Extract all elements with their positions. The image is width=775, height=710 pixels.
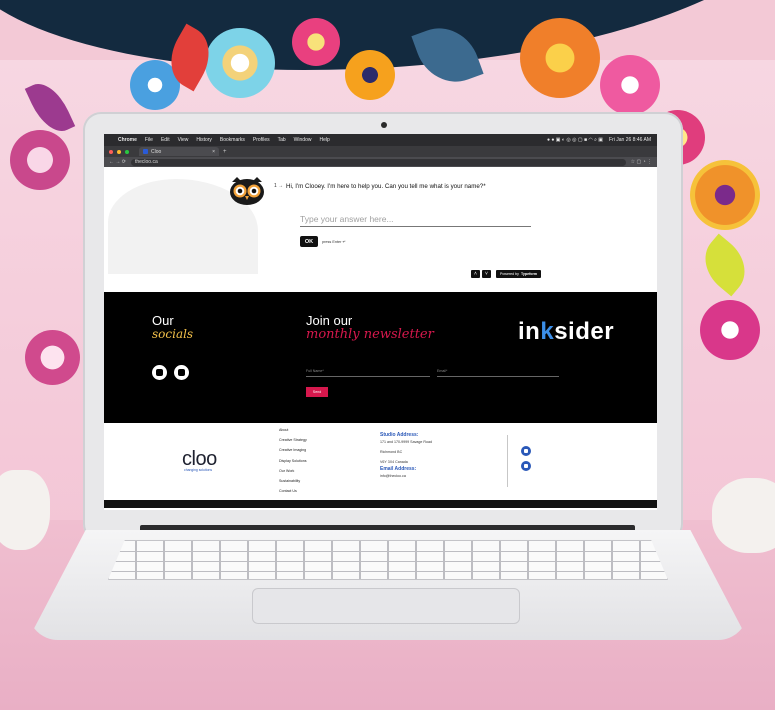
- newsletter-section: Our socials Join our monthly newsletter …: [104, 292, 657, 423]
- footer-link-our-work[interactable]: Our Work: [279, 469, 307, 479]
- flower-decoration: [292, 18, 340, 66]
- flower-decoration: [345, 50, 395, 100]
- inksider-logo[interactable]: inksider: [518, 318, 614, 346]
- social-buttons: [152, 365, 189, 380]
- status-area: ● ● ▣ ◐ ◎ ◎ ▢ ■ ◠ ⌕ ▣ Fri Jan 26 8:46 AM: [547, 137, 651, 143]
- footer-social-icons: [521, 446, 531, 471]
- linkedin-icon[interactable]: [521, 461, 531, 471]
- new-tab-button[interactable]: +: [223, 149, 227, 155]
- menu-item[interactable]: Profiles: [253, 137, 270, 143]
- footer-bottom-strip: [104, 500, 657, 508]
- typeform-embed: 1 → Hi, I'm Clooey. I'm here to help you…: [104, 167, 657, 292]
- menu-item[interactable]: History: [196, 137, 212, 143]
- footer-link-display-solutions[interactable]: Display Solutions: [279, 459, 307, 469]
- footer-link-sustainability[interactable]: Sustainability: [279, 479, 307, 489]
- instagram-icon[interactable]: [152, 365, 167, 380]
- brand-part-in: in: [518, 318, 541, 345]
- toolbar-icons[interactable]: ☆ ▢ ◔ ⋮: [631, 159, 652, 165]
- ok-button[interactable]: OK: [300, 236, 318, 247]
- footer-nav: About Creative Strategy Creative Imaging…: [279, 428, 307, 499]
- status-icons[interactable]: ● ● ▣ ◐ ◎ ◎ ▢ ■ ◠ ⌕ ▣: [547, 137, 603, 143]
- browser-tab[interactable]: Cloo ×: [139, 147, 219, 156]
- menu-item[interactable]: Edit: [161, 137, 170, 143]
- webcam: [381, 122, 387, 128]
- vase-left: [0, 470, 50, 550]
- newsletter-heading: Join our monthly newsletter: [306, 314, 434, 341]
- menu-item[interactable]: Tab: [278, 137, 286, 143]
- send-button[interactable]: Send: [306, 387, 328, 397]
- flower-decoration: [700, 300, 760, 360]
- newsletter-heading-accent: monthly newsletter: [306, 326, 434, 342]
- question-number: 1 →: [274, 183, 284, 189]
- flower-decoration: [520, 18, 600, 98]
- powered-brand: Typeform: [520, 272, 538, 276]
- menu-item[interactable]: Window: [294, 137, 312, 143]
- menu-item[interactable]: View: [178, 137, 189, 143]
- name-answer-input[interactable]: [300, 212, 531, 227]
- menu-item[interactable]: File: [145, 137, 153, 143]
- footer-divider: [507, 435, 508, 487]
- favicon-icon: [143, 149, 148, 154]
- brand-part-sider: sider: [554, 318, 615, 345]
- socials-heading: Our socials: [152, 314, 193, 340]
- flower-decoration: [25, 330, 80, 385]
- powered-prefix: Powered by: [500, 272, 519, 276]
- site-footer: cloo changing solutions About Creative S…: [104, 423, 657, 500]
- newsletter-heading-plain: Join our: [306, 313, 353, 328]
- keyboard: [108, 540, 668, 580]
- tab-title: Cloo: [151, 148, 162, 155]
- email-link[interactable]: info@thecloo.ca: [380, 474, 500, 478]
- flower-decoration: [600, 55, 660, 115]
- enter-hint: press Enter ↵: [322, 240, 346, 244]
- contact-block: Studio Address: 171 and 170-9999 Savage …: [380, 432, 500, 484]
- menu-clock[interactable]: Fri Jan 26 8:46 AM: [609, 137, 651, 143]
- full-name-input[interactable]: [306, 365, 430, 377]
- typeform-navigation: ˄ ˅ Powered by Typeform: [471, 270, 542, 278]
- brand-part-k: k: [540, 318, 555, 345]
- browser-address-bar: ← → ⟳ thecloo.ca ☆ ▢ ◔ ⋮: [104, 157, 657, 167]
- nav-buttons[interactable]: ← → ⟳: [109, 159, 126, 165]
- macos-menu-bar: Chrome File Edit View History Bookmarks …: [104, 134, 657, 146]
- close-window-dot[interactable]: [109, 149, 113, 154]
- cloo-tagline: changing solutions: [184, 468, 213, 472]
- laptop-screen: Chrome File Edit View History Bookmarks …: [104, 134, 657, 510]
- owl-mascot-icon: [230, 177, 264, 205]
- vase-right: [712, 478, 775, 553]
- question-text: Hi, I'm Clooey. I'm here to help you. Ca…: [286, 183, 486, 190]
- menu-item[interactable]: Help: [319, 137, 329, 143]
- linkedin-icon[interactable]: [174, 365, 189, 380]
- email-address-heading: Email Address:: [380, 466, 417, 472]
- maximize-window-dot[interactable]: [125, 149, 129, 154]
- typeform-question: 1 → Hi, I'm Clooey. I'm here to help you…: [274, 183, 526, 192]
- instagram-icon[interactable]: [521, 446, 531, 456]
- menu-item[interactable]: Bookmarks: [220, 137, 245, 143]
- menu-item[interactable]: Chrome: [118, 137, 137, 143]
- close-tab-icon[interactable]: ×: [212, 149, 215, 155]
- url-text: thecloo.ca: [134, 159, 158, 165]
- socials-heading-plain: Our: [152, 313, 174, 328]
- socials-heading-accent: socials: [152, 326, 194, 341]
- minimize-window-dot[interactable]: [117, 149, 121, 154]
- studio-address-postal: V6Y 3X4 Canada: [380, 460, 408, 464]
- url-field[interactable]: thecloo.ca: [130, 158, 626, 166]
- flower-decoration: [205, 28, 275, 98]
- studio-address-heading: Studio Address:: [380, 432, 419, 438]
- footer-link-creative-imaging[interactable]: Creative Imaging: [279, 448, 307, 458]
- next-question-button[interactable]: ˅: [482, 270, 491, 278]
- flower-decoration: [690, 160, 760, 230]
- previous-question-button[interactable]: ˄: [471, 270, 480, 278]
- email-input[interactable]: [437, 365, 559, 377]
- footer-link-about[interactable]: About: [279, 428, 307, 438]
- footer-link-creative-strategy[interactable]: Creative Strategy: [279, 438, 307, 448]
- powered-by-typeform-link[interactable]: Powered by Typeform: [496, 270, 542, 278]
- browser-tab-bar: Cloo × +: [104, 146, 657, 157]
- studio-address-city: Richmond BC: [380, 450, 403, 454]
- footer-link-contact[interactable]: Contact Us: [279, 489, 307, 499]
- trackpad: [252, 588, 520, 624]
- studio-address-line: 171 and 170-9999 Savage Road: [380, 440, 432, 444]
- flower-decoration: [10, 130, 70, 190]
